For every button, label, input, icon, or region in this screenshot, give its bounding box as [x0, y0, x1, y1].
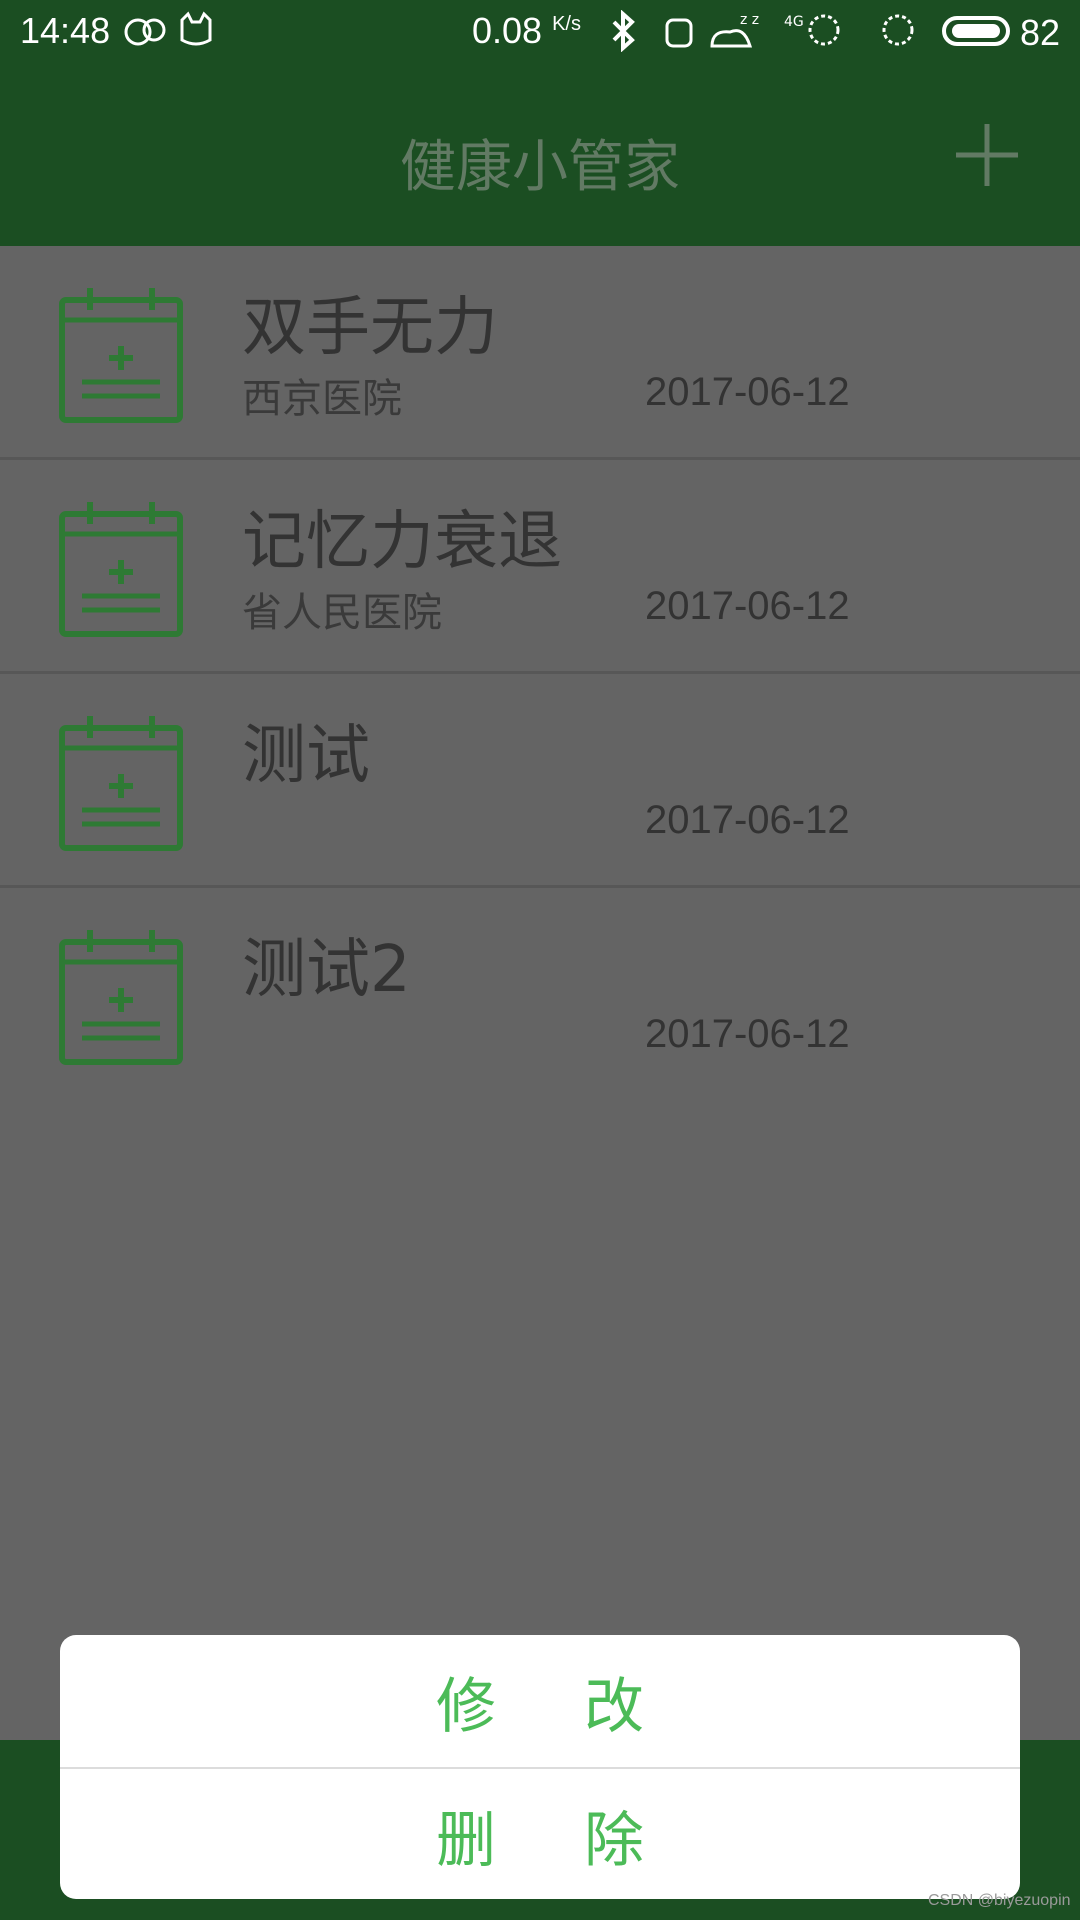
record-date: 2017-06-12 [645, 1012, 850, 1056]
record-date: 2017-06-12 [645, 370, 850, 414]
delete-label-1: 删 [436, 1805, 496, 1876]
app-notification-icon [662, 10, 696, 50]
signal-4g-icon: 4G [784, 10, 844, 50]
network-speed: 0.08 K/s [472, 10, 581, 52]
delete-button[interactable]: 删 除 [60, 1769, 1020, 1899]
add-button[interactable] [952, 120, 1022, 190]
sleep-mode-icon: z z [708, 10, 760, 54]
battery-icon [942, 16, 1010, 46]
medical-calendar-icon [59, 930, 183, 1065]
watermark: CSDN @biyezuopin [928, 1892, 1071, 1909]
action-dialog: 修 改 删 除 [60, 1635, 1020, 1899]
record-date: 2017-06-12 [645, 584, 850, 628]
edit-label-2: 改 [584, 1671, 644, 1742]
network-speed-unit: K/s [552, 13, 581, 35]
plus-icon [956, 124, 1018, 186]
delete-label-2: 除 [584, 1805, 644, 1876]
list-item[interactable]: 记忆力衰退 省人民医院 2017-06-12 [0, 460, 1080, 674]
list-item[interactable]: 测试 2017-06-12 [0, 674, 1080, 888]
medical-calendar-icon [59, 288, 183, 423]
signal-icon [878, 10, 918, 50]
record-title: 测试2 [242, 933, 411, 1007]
status-time: 14:48 [20, 10, 111, 51]
edit-label-1: 修 [436, 1671, 496, 1742]
list-item[interactable]: 双手无力 西京医院 2017-06-12 [0, 246, 1080, 460]
battery-level: 82 [1020, 12, 1061, 53]
record-title: 记忆力衰退 [242, 505, 562, 579]
record-hospital: 省人民医院 [242, 590, 442, 636]
cat-notification-icon [178, 10, 214, 50]
list-item[interactable]: 测试2 2017-06-12 [0, 888, 1080, 1099]
svg-text:z z: z z [740, 12, 759, 28]
edit-button[interactable]: 修 改 [60, 1635, 1020, 1767]
status-bar: 14:48 0.08 K/s z z 4G 82 [0, 0, 1080, 66]
notification-icon [122, 10, 170, 50]
record-list: 双手无力 西京医院 2017-06-12 记忆力衰退 省人民医院 2017-06… [0, 246, 1080, 1099]
page-title: 健康小管家 [400, 135, 680, 200]
record-title: 双手无力 [242, 291, 498, 365]
record-title: 测试 [242, 719, 370, 793]
app-header: 健康小管家 [0, 66, 1080, 246]
network-type: 4G [784, 14, 804, 30]
network-speed-value: 0.08 [472, 10, 543, 51]
bluetooth-icon [608, 10, 638, 52]
medical-calendar-icon [59, 502, 183, 637]
medical-calendar-icon [59, 716, 183, 851]
record-date: 2017-06-12 [645, 798, 850, 842]
record-hospital: 西京医院 [242, 376, 402, 422]
